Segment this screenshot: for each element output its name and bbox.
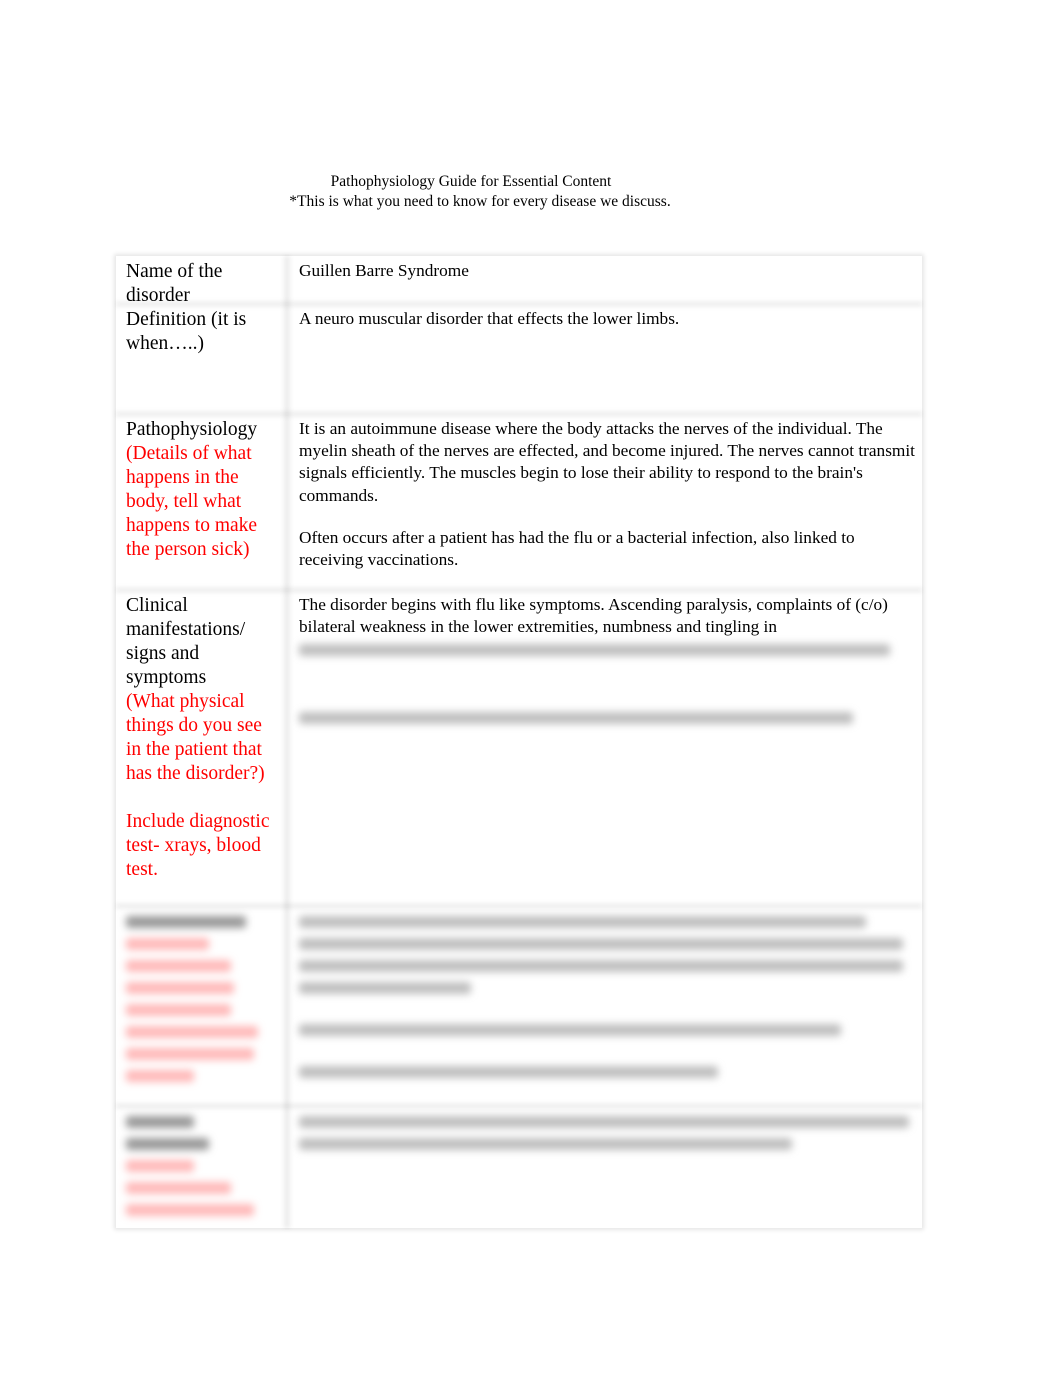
row-value: Guillen Barre Syndrome xyxy=(299,260,915,282)
row-label-obscured xyxy=(126,910,276,1092)
table-row-name: Name of the disorder Guillen Barre Syndr… xyxy=(116,256,922,306)
definition-text: A neuro muscular disorder that effects t… xyxy=(299,309,680,328)
document-title: Pathophysiology Guide for Essential Cont… xyxy=(330,173,612,190)
row-label-title: Clinical manifestations/ signs and sympt… xyxy=(126,595,246,688)
pathophysiology-paragraph: Often occurs after a patient has had the… xyxy=(299,527,855,570)
row-label: Definition (it is when…..) xyxy=(126,309,247,354)
document-subtitle: *This is what you need to know for every… xyxy=(289,193,671,210)
row-label: Pathophysiology (Details of what happens… xyxy=(126,418,276,562)
table-row-definition: Definition (it is when…..) A neuro muscu… xyxy=(116,304,922,414)
guide-table: Name of the disorder Guillen Barre Syndr… xyxy=(116,256,922,1228)
table-row-pathophysiology: Pathophysiology (Details of what happens… xyxy=(116,414,922,590)
obscured-content xyxy=(299,644,915,725)
obscured-content xyxy=(299,1110,915,1160)
table-row-obscured xyxy=(116,906,922,1106)
disorder-name: Guillen Barre Syndrome xyxy=(299,261,469,280)
row-label-title: Pathophysiology xyxy=(126,419,258,440)
table-row-obscured xyxy=(116,1106,922,1228)
row-label: Name of the disorder xyxy=(126,261,223,306)
row-label-note: (What physical things do you see in the … xyxy=(126,691,265,784)
row-value: The disorder begins with flu like sympto… xyxy=(299,594,915,734)
row-label-obscured xyxy=(126,1110,276,1226)
row-value: A neuro muscular disorder that effects t… xyxy=(299,308,915,330)
pathophysiology-paragraph: It is an autoimmune disease where the bo… xyxy=(299,419,915,505)
row-label-note-diagnostics: Include diagnostic test- xrays, blood te… xyxy=(126,811,270,880)
row-label-note: (Details of what happens in the body, te… xyxy=(126,443,258,560)
row-value: It is an autoimmune disease where the bo… xyxy=(299,418,915,591)
obscured-content xyxy=(299,910,915,1088)
table-row-clinical-manifestations: Clinical manifestations/ signs and sympt… xyxy=(116,590,922,906)
clinical-text: The disorder begins with flu like sympto… xyxy=(299,595,888,637)
row-label: Clinical manifestations/ signs and sympt… xyxy=(126,594,276,882)
